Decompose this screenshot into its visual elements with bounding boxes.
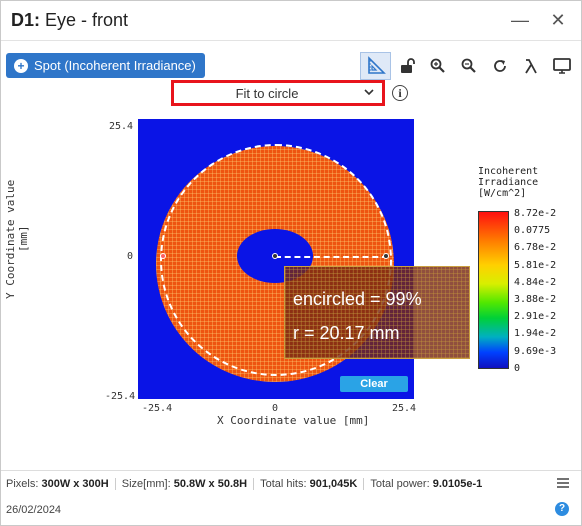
legend-value: 5.81e-2 bbox=[514, 260, 557, 271]
y-tick-bottom: -25.4 bbox=[105, 391, 136, 402]
legend-title: Incoherent Irradiance [W/cm^2] bbox=[478, 166, 538, 199]
window-title: D1: Eye - front bbox=[11, 10, 128, 31]
legend-value: 6.78e-2 bbox=[514, 242, 557, 253]
hamburger-menu-icon[interactable] bbox=[557, 475, 569, 491]
date-stamp: 26/02/2024 bbox=[6, 504, 62, 516]
spot-analysis-label: Spot (Incoherent Irradiance) bbox=[34, 58, 196, 73]
legend-value: 4.84e-2 bbox=[514, 277, 557, 288]
legend-value: 1.94e-2 bbox=[514, 328, 557, 339]
title-bar: D1: Eye - front — ✕ bbox=[1, 1, 581, 41]
fit-mode-dropdown[interactable]: Fit to circle bbox=[171, 80, 385, 106]
pixels-value: 300W x 300H bbox=[41, 478, 109, 490]
color-scale-bar bbox=[478, 211, 509, 369]
wavelength-tool[interactable] bbox=[515, 52, 546, 80]
refresh-tool[interactable] bbox=[484, 52, 515, 80]
legend-value: 0.0775 bbox=[514, 225, 551, 236]
y-axis-label: Y Coordinate value [mm] bbox=[4, 179, 30, 299]
ruler-triangle-icon bbox=[367, 56, 386, 74]
encircled-energy-text: encircled = 99% bbox=[293, 289, 422, 309]
circle-edge-handle[interactable] bbox=[160, 253, 166, 259]
pixels-label: Pixels: bbox=[6, 478, 39, 490]
zoom-in-icon bbox=[430, 58, 445, 73]
legend-value: 3.88e-2 bbox=[514, 294, 557, 305]
plus-icon: + bbox=[14, 58, 28, 73]
window-title-prefix: D1: bbox=[11, 10, 41, 30]
size-value: 50.8W x 50.8H bbox=[173, 478, 248, 490]
legend-title-line-2: Irradiance bbox=[478, 177, 539, 188]
zoom-in-tool[interactable] bbox=[422, 52, 453, 80]
hits-stat: Total hits: 901,045K bbox=[254, 478, 365, 490]
hits-label: Total hits: bbox=[260, 478, 307, 490]
legend-value: 8.72e-2 bbox=[514, 208, 557, 219]
close-button[interactable]: ✕ bbox=[546, 9, 570, 33]
toolbar-tools bbox=[360, 52, 577, 80]
size-label: Size[mm]: bbox=[121, 478, 171, 490]
encircled-readout: encircled = 99% r = 20.17 mm bbox=[284, 266, 470, 359]
radius-text: r = 20.17 mm bbox=[293, 323, 400, 343]
minimize-button[interactable]: — bbox=[508, 9, 532, 33]
refresh-icon bbox=[493, 60, 506, 72]
size-stat: Size[mm]: 50.8W x 50.8H bbox=[116, 478, 255, 490]
radius-end-handle[interactable] bbox=[383, 253, 389, 259]
monitor-icon bbox=[552, 58, 571, 74]
lambda-icon bbox=[524, 59, 537, 74]
display-tool[interactable] bbox=[546, 52, 577, 80]
detector-stats: Pixels: 300W x 300H Size[mm]: 50.8W x 50… bbox=[6, 478, 488, 490]
clear-button[interactable]: Clear bbox=[340, 376, 408, 392]
unlock-icon bbox=[400, 58, 415, 73]
circle-center-handle[interactable] bbox=[272, 253, 278, 259]
pixels-stat: Pixels: 300W x 300H bbox=[6, 478, 116, 490]
info-icon[interactable]: i bbox=[392, 85, 408, 101]
zoom-out-tool[interactable] bbox=[453, 52, 484, 80]
ruler-triangle-tool[interactable] bbox=[360, 52, 391, 80]
window-title-text: Eye - front bbox=[40, 10, 129, 30]
legend-title-line-3: [W/cm^2] bbox=[478, 188, 527, 199]
chevron-down-icon bbox=[364, 87, 374, 99]
legend-value: 0 bbox=[514, 363, 521, 374]
detector-viewer-window: D1: Eye - front — ✕ + Spot (Incoherent I… bbox=[0, 0, 582, 526]
y-tick-middle: 0 bbox=[127, 251, 134, 262]
x-axis-label: X Coordinate value [mm] bbox=[217, 414, 370, 427]
legend-title-line-1: Incoherent bbox=[478, 166, 539, 177]
status-footer: Pixels: 300W x 300H Size[mm]: 50.8W x 50… bbox=[1, 470, 581, 525]
help-icon[interactable]: ? bbox=[555, 502, 569, 516]
power-stat: Total power: 9.0105e-1 bbox=[364, 478, 488, 490]
x-tick-left: -25.4 bbox=[142, 403, 173, 414]
unlock-tool[interactable] bbox=[391, 52, 422, 80]
legend-value: 2.91e-2 bbox=[514, 311, 557, 322]
zoom-out-icon bbox=[461, 58, 476, 73]
fit-mode-value: Fit to circle bbox=[235, 86, 299, 101]
x-tick-right: 25.4 bbox=[392, 403, 417, 414]
x-tick-middle: 0 bbox=[272, 403, 279, 414]
hits-value: 901,045K bbox=[309, 478, 358, 490]
legend-value: 9.69e-3 bbox=[514, 346, 557, 357]
spot-analysis-button[interactable]: + Spot (Incoherent Irradiance) bbox=[6, 53, 205, 78]
y-tick-top: 25.4 bbox=[109, 121, 134, 132]
radius-line bbox=[275, 256, 388, 258]
power-label: Total power: bbox=[370, 478, 430, 490]
power-value: 9.0105e-1 bbox=[432, 478, 483, 490]
